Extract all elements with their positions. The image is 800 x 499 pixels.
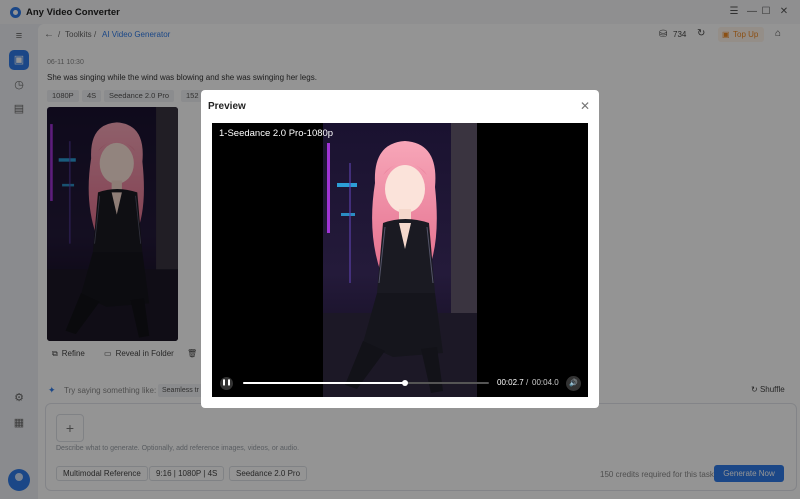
pause-icon[interactable]: ❚❚	[220, 377, 233, 390]
dialog-title: Preview	[208, 101, 246, 112]
duration: 00:04.0	[532, 378, 559, 387]
close-icon[interactable]: ✕	[580, 99, 590, 113]
video-player[interactable]: 1-Seedance 2.0 Pro-1080p ❚❚ 00:02.7 / 00…	[212, 123, 588, 397]
video-title: 1-Seedance 2.0 Pro-1080p	[219, 128, 334, 139]
volume-icon[interactable]: 🔊	[566, 376, 581, 391]
time-separator: /	[526, 378, 529, 387]
video-frame	[323, 123, 477, 397]
progress-fill	[243, 382, 406, 384]
current-time: 00:02.7	[497, 378, 524, 387]
progress-slider[interactable]	[243, 380, 489, 386]
preview-dialog: Preview ✕ 1-Seedance 2.0 Pro-1080p ❚❚ 00…	[201, 90, 599, 408]
